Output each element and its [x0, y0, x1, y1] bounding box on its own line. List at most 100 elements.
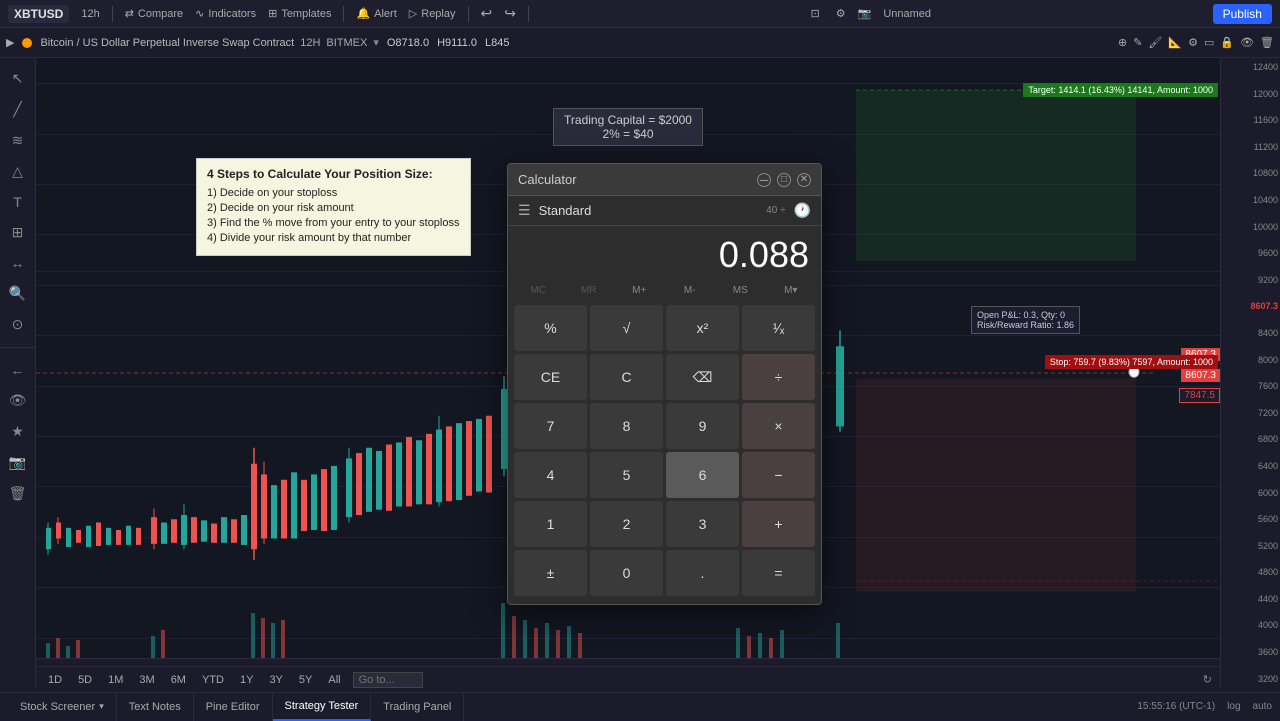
lock-icon[interactable]: 🔒 — [1220, 36, 1234, 49]
calc-mc-btn[interactable]: MC — [514, 282, 563, 299]
calc-ms-btn[interactable]: MS — [716, 282, 765, 299]
tf-5y[interactable]: 5Y — [295, 673, 316, 687]
calc-subtract-btn[interactable]: − — [742, 452, 815, 498]
measure-tool[interactable]: ↔ — [7, 251, 29, 275]
trash-tool[interactable]: 🗑 — [5, 481, 31, 506]
symbol-badge[interactable]: XBTUSD — [8, 5, 69, 23]
calc-mode-label: Standard — [539, 203, 759, 218]
tab-stock-screener[interactable]: Stock Screener ▾ — [8, 693, 117, 721]
redo-btn[interactable]: ↪ — [504, 5, 516, 22]
calc-plusminus-btn[interactable]: ± — [514, 550, 587, 596]
calc-menu-icon[interactable]: ☰ — [518, 202, 531, 219]
tab-pine-editor[interactable]: Pine Editor — [194, 693, 273, 721]
tab-text-notes[interactable]: Text Notes — [117, 693, 194, 721]
pattern-tool[interactable]: ⊞ — [8, 220, 28, 245]
cursor-tool[interactable]: ↖ — [8, 66, 28, 91]
calc-2-btn[interactable]: 2 — [590, 501, 663, 547]
tf-5d[interactable]: 5D — [74, 673, 96, 687]
tf-1m[interactable]: 1M — [104, 673, 127, 687]
exchange-label[interactable]: BITMEX — [326, 37, 367, 49]
alert-btn[interactable]: 🔔 Alert — [356, 7, 396, 20]
zoom-tool[interactable]: 🔍 — [5, 281, 30, 306]
calc-multiply-btn[interactable]: × — [742, 403, 815, 449]
calc-c-btn[interactable]: C — [590, 354, 663, 400]
calc-equals-btn[interactable]: = — [742, 550, 815, 596]
tab-strategy-tester[interactable]: Strategy Tester — [273, 693, 372, 721]
tf-3m[interactable]: 3M — [135, 673, 158, 687]
fib-tool[interactable]: ≋ — [8, 128, 28, 153]
eye-icon[interactable]: 👁 — [1240, 36, 1254, 49]
calc-mminus-btn[interactable]: M- — [666, 282, 715, 299]
back-btn[interactable]: ← — [7, 358, 29, 382]
undo-btn[interactable]: ↩ — [481, 5, 493, 22]
calc-mstore-btn[interactable]: M▾ — [767, 282, 816, 299]
calc-8-btn[interactable]: 8 — [590, 403, 663, 449]
shape-tool[interactable]: △ — [8, 159, 27, 184]
user-label[interactable]: Unnamed — [883, 8, 931, 20]
indicators-btn[interactable]: ∿ Indicators — [195, 7, 256, 20]
eye-toggle[interactable]: 👁 — [5, 388, 31, 413]
calc-close-button[interactable]: ✕ — [797, 173, 811, 187]
calc-backspace-btn[interactable]: ⌫ — [666, 354, 739, 400]
calc-reciprocal-btn[interactable]: ¹∕ₓ — [742, 305, 815, 351]
line-tool[interactable]: ╱ — [9, 97, 25, 122]
tf-3y[interactable]: 3Y — [265, 673, 286, 687]
gear-icon[interactable]: ⚙ — [1188, 36, 1198, 49]
calc-0-btn[interactable]: 0 — [590, 550, 663, 596]
calc-divide-btn[interactable]: ÷ — [742, 354, 815, 400]
brush-icon[interactable]: 🖌 — [1148, 36, 1162, 49]
log-toggle[interactable]: log — [1227, 701, 1240, 712]
vol-bar — [567, 626, 571, 658]
scroll-right-btn[interactable]: ↻ — [1203, 673, 1212, 686]
camera-btn[interactable]: 📷 — [858, 7, 872, 20]
fullscreen-btn[interactable]: ⊡ — [811, 7, 820, 20]
calc-sqrt-btn[interactable]: √ — [590, 305, 663, 351]
calc-decimal-btn[interactable]: . — [666, 550, 739, 596]
interval-label[interactable]: 12H — [300, 37, 320, 49]
calc-square-btn[interactable]: x² — [666, 305, 739, 351]
trash-icon[interactable]: 🗑 — [1260, 36, 1274, 49]
goto-input[interactable] — [353, 672, 423, 688]
magnet-tool[interactable]: ⊙ — [8, 312, 28, 337]
text-notes-label: Text Notes — [129, 701, 181, 713]
calc-3-btn[interactable]: 3 — [666, 501, 739, 547]
tf-1y[interactable]: 1Y — [236, 673, 257, 687]
pencil-icon[interactable]: ✎ — [1133, 36, 1142, 49]
calc-mr-btn[interactable]: MR — [565, 282, 614, 299]
replay-icon: ▷ — [409, 7, 417, 20]
tf-all[interactable]: All — [324, 673, 344, 687]
publish-button[interactable]: Publish — [1213, 4, 1272, 24]
ruler-icon[interactable]: 📐 — [1168, 36, 1182, 49]
tab-trading-panel[interactable]: Trading Panel — [371, 693, 464, 721]
tf-6m[interactable]: 6M — [167, 673, 190, 687]
auto-toggle[interactable]: auto — [1253, 701, 1272, 712]
rectangle-icon[interactable]: ▭ — [1204, 36, 1214, 49]
calc-4-btn[interactable]: 4 — [514, 452, 587, 498]
templates-btn[interactable]: ⊞ Templates — [268, 7, 331, 20]
calc-5-btn[interactable]: 5 — [590, 452, 663, 498]
calc-add-btn[interactable]: + — [742, 501, 815, 547]
tf-1d[interactable]: 1D — [44, 673, 66, 687]
settings-btn[interactable]: ⚙ — [836, 7, 846, 20]
screenshot-tool[interactable]: 📷 — [5, 450, 30, 475]
calc-9-btn[interactable]: 9 — [666, 403, 739, 449]
calc-7-btn[interactable]: 7 — [514, 403, 587, 449]
crosshair-icon[interactable]: ⊕ — [1118, 36, 1127, 49]
calc-minimize-button[interactable]: ─ — [757, 173, 771, 187]
calc-mplus-btn[interactable]: M+ — [615, 282, 664, 299]
calc-1-btn[interactable]: 1 — [514, 501, 587, 547]
compare-btn[interactable]: ⇄ Compare — [125, 7, 183, 20]
replay-btn[interactable]: ▷ Replay — [409, 7, 456, 20]
calc-ce-btn[interactable]: CE — [514, 354, 587, 400]
calc-maximize-button[interactable]: □ — [777, 173, 791, 187]
stock-screener-dropdown-icon[interactable]: ▾ — [99, 701, 104, 712]
template-star[interactable]: ★ — [7, 419, 28, 444]
exchange-dropdown[interactable]: ▾ — [373, 36, 379, 49]
timeframe-badge[interactable]: 12h — [81, 8, 99, 20]
calc-history-icon[interactable]: 🕐 — [794, 202, 811, 219]
text-tool[interactable]: T — [9, 190, 26, 214]
chart-expand-icon[interactable]: ▶ — [6, 36, 14, 49]
calc-6-btn[interactable]: 6 — [666, 452, 739, 498]
tf-ytd[interactable]: YTD — [198, 673, 228, 687]
calc-percent-btn[interactable]: % — [514, 305, 587, 351]
